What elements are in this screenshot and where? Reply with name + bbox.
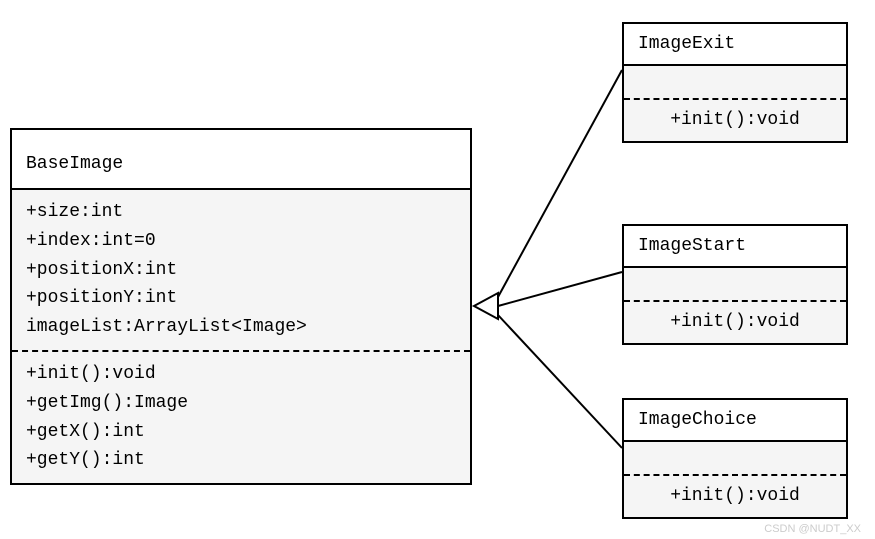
uml-class-image-choice: ImageChoice +init():void bbox=[622, 398, 848, 519]
class-name-label: BaseImage bbox=[26, 154, 123, 174]
class-name-label: ImageStart bbox=[638, 236, 746, 256]
attribute: +size:int bbox=[26, 198, 456, 227]
method: +getX():int bbox=[26, 418, 456, 447]
methods-section: +init():void +getImg():Image +getX():int… bbox=[12, 352, 470, 483]
line-to-image-choice bbox=[498, 315, 622, 448]
methods-section: +init():void bbox=[624, 100, 846, 141]
inheritance-arrowhead bbox=[474, 293, 498, 319]
uml-class-base-image: BaseImage +size:int +index:int=0 +positi… bbox=[10, 128, 472, 485]
line-to-image-start bbox=[498, 272, 622, 306]
methods-section: +init():void bbox=[624, 302, 846, 343]
attribute: imageList:ArrayList<Image> bbox=[26, 313, 456, 342]
class-title: BaseImage bbox=[12, 130, 470, 190]
attributes-section-empty bbox=[624, 442, 846, 476]
class-title: ImageChoice bbox=[624, 400, 846, 442]
line-to-image-exit bbox=[498, 70, 622, 297]
class-name-label: ImageChoice bbox=[638, 410, 757, 430]
uml-class-image-start: ImageStart +init():void bbox=[622, 224, 848, 345]
attribute: +positionX:int bbox=[26, 256, 456, 285]
attribute: +positionY:int bbox=[26, 284, 456, 313]
attributes-section-empty bbox=[624, 66, 846, 100]
method: +init():void bbox=[634, 482, 836, 511]
method: +init():void bbox=[26, 360, 456, 389]
method: +getImg():Image bbox=[26, 389, 456, 418]
class-title: ImageStart bbox=[624, 226, 846, 268]
method: +init():void bbox=[634, 106, 836, 135]
method: +init():void bbox=[634, 308, 836, 337]
uml-class-image-exit: ImageExit +init():void bbox=[622, 22, 848, 143]
attributes-section: +size:int +index:int=0 +positionX:int +p… bbox=[12, 190, 470, 352]
methods-section: +init():void bbox=[624, 476, 846, 517]
watermark-text: CSDN @NUDT_XX bbox=[764, 523, 861, 535]
attribute: +index:int=0 bbox=[26, 227, 456, 256]
class-title: ImageExit bbox=[624, 24, 846, 66]
class-name-label: ImageExit bbox=[638, 34, 735, 54]
attributes-section-empty bbox=[624, 268, 846, 302]
method: +getY():int bbox=[26, 446, 456, 475]
